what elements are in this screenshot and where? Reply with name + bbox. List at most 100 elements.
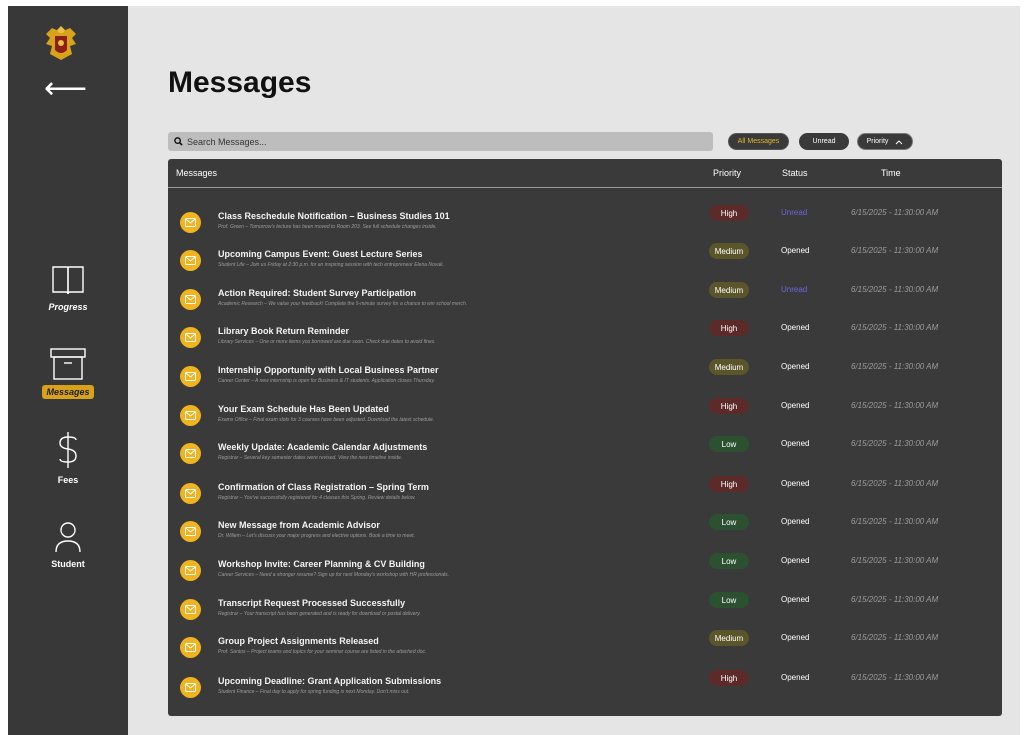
status-text: Unread <box>781 208 808 217</box>
filter-priority-dropdown[interactable]: Priority <box>857 133 913 150</box>
message-subject: Workshop Invite: Career Planning & CV Bu… <box>218 559 425 569</box>
table-row[interactable]: Weekly Update: Academic Calendar Adjustm… <box>168 436 1002 474</box>
priority-badge: Low <box>709 553 749 569</box>
status-text: Opened <box>781 517 810 526</box>
status-text: Opened <box>781 246 810 255</box>
table-header: Messages Priority Status Time <box>168 159 1002 188</box>
envelope-icon <box>185 683 196 692</box>
nav-item-messages[interactable]: Messages <box>8 347 128 400</box>
message-avatar <box>180 212 201 233</box>
message-preview: Dr. Willem – Let's discuss your major pr… <box>218 533 415 539</box>
priority-badge: Medium <box>709 282 749 298</box>
header-status: Status <box>782 168 808 178</box>
message-avatar <box>180 637 201 658</box>
message-preview: Academic Research – We value your feedba… <box>218 301 468 307</box>
message-subject: Group Project Assignments Released <box>218 636 379 646</box>
message-preview: Registrar – Several key semester dates w… <box>218 455 403 461</box>
messages-table: Messages Priority Status Time Class Resc… <box>168 159 1002 716</box>
message-subject: Upcoming Campus Event: Guest Lecture Ser… <box>218 249 423 259</box>
message-time: 6/15/2025 - 11:30:00 AM <box>851 362 939 371</box>
nav-item-progress[interactable]: Progress <box>8 264 128 315</box>
search-bar[interactable] <box>168 132 713 151</box>
message-time: 6/15/2025 - 11:30:00 AM <box>851 633 939 642</box>
message-time: 6/15/2025 - 11:30:00 AM <box>851 323 939 332</box>
message-subject: Library Book Return Reminder <box>218 326 350 336</box>
table-row[interactable]: New Message from Academic Advisor Dr. Wil… <box>168 514 1002 552</box>
status-text: Opened <box>781 673 810 682</box>
table-row[interactable]: Internship Opportunity with Local Busine… <box>168 359 1002 397</box>
message-subject: Transcript Request Processed Successfull… <box>218 598 406 608</box>
message-subject: Upcoming Deadline: Grant Application Sub… <box>218 676 442 686</box>
table-row[interactable]: Group Project Assignments Released Prof. … <box>168 630 1002 668</box>
table-row[interactable]: Upcoming Campus Event: Guest Lecture Ser… <box>168 243 1002 281</box>
table-row[interactable]: Your Exam Schedule Has Been Updated Exams… <box>168 398 1002 436</box>
message-avatar <box>180 366 201 387</box>
message-avatar <box>180 560 201 581</box>
page-title: Messages <box>168 66 312 99</box>
envelope-icon <box>185 643 196 652</box>
sidebar: ⟵ Progress Messages Fees Student <box>8 6 128 735</box>
table-row[interactable]: Workshop Invite: Career Planning & CV Bu… <box>168 553 1002 591</box>
table-row[interactable]: Transcript Request Processed Successfull… <box>168 592 1002 630</box>
chevron-up-icon <box>896 139 903 144</box>
table-row[interactable]: Upcoming Deadline: Grant Application Sub… <box>168 670 1002 708</box>
message-preview: Career Center – A new internship is open… <box>218 378 435 384</box>
priority-badge: High <box>709 670 749 686</box>
dollar-icon <box>59 432 77 468</box>
envelope-icon <box>185 333 196 342</box>
message-preview: Registrar – Your transcript has been gen… <box>218 611 421 617</box>
nav-item-student[interactable]: Student <box>8 521 128 572</box>
priority-badge: High <box>709 320 749 336</box>
message-avatar <box>180 405 201 426</box>
envelope-icon <box>185 605 196 614</box>
message-avatar <box>180 443 201 464</box>
envelope-icon <box>185 566 196 575</box>
nav-label-student: Student <box>51 559 85 569</box>
message-time: 6/15/2025 - 11:30:00 AM <box>851 439 939 448</box>
status-text: Opened <box>781 556 810 565</box>
back-arrow-icon[interactable]: ⟵ <box>44 74 87 104</box>
table-row[interactable]: Class Reschedule Notification – Business… <box>168 205 1002 243</box>
table-row[interactable]: Action Required: Student Survey Particip… <box>168 282 1002 320</box>
message-subject: Action Required: Student Survey Particip… <box>218 288 417 298</box>
filter-unread-button[interactable]: Unread <box>799 133 849 150</box>
message-subject: Confirmation of Class Registration – Spr… <box>218 482 429 492</box>
message-preview: Student Life – Join us Friday at 2:30 p.… <box>218 262 444 268</box>
envelope-icon <box>185 527 196 536</box>
envelope-icon <box>185 218 196 227</box>
message-time: 6/15/2025 - 11:30:00 AM <box>851 285 939 294</box>
message-avatar <box>180 250 201 271</box>
nav-label-fees: Fees <box>57 475 79 485</box>
filter-unread-label: Unread <box>812 138 836 145</box>
table-row[interactable]: Confirmation of Class Registration – Spr… <box>168 476 1002 514</box>
search-icon <box>174 137 183 146</box>
header-time: Time <box>881 168 901 178</box>
priority-badge: High <box>709 476 749 492</box>
header-priority: Priority <box>713 168 742 178</box>
nav-item-fees[interactable]: Fees <box>8 431 128 488</box>
message-preview: Prof. Green – Tomorrow's lecture has bee… <box>218 224 437 230</box>
message-preview: Registrar – You've successfully register… <box>218 495 416 501</box>
status-text: Opened <box>781 362 810 371</box>
message-time: 6/15/2025 - 11:30:00 AM <box>851 208 939 217</box>
message-subject: New Message from Academic Advisor <box>218 520 380 530</box>
status-text: Opened <box>781 479 810 488</box>
book-icon <box>52 266 84 295</box>
envelope-icon <box>185 411 196 420</box>
priority-badge: High <box>709 205 749 221</box>
status-text: Unread <box>781 285 808 294</box>
search-input[interactable] <box>183 136 687 147</box>
status-text: Opened <box>781 595 810 604</box>
message-time: 6/15/2025 - 11:30:00 AM <box>851 595 939 604</box>
priority-badge: Low <box>709 592 749 608</box>
table-row[interactable]: Library Book Return Reminder Library Serv… <box>168 320 1002 358</box>
message-preview: Exams Office – Final exam slots for 3 co… <box>218 417 435 423</box>
envelope-icon <box>185 449 196 458</box>
header-messages: Messages <box>176 168 218 178</box>
message-subject: Weekly Update: Academic Calendar Adjustm… <box>218 442 428 452</box>
filter-all-messages-button[interactable]: All Messages <box>728 133 789 150</box>
message-preview: Prof. Santos – Project teams and topics … <box>218 649 427 655</box>
priority-badge: Medium <box>709 243 749 259</box>
message-avatar <box>180 327 201 348</box>
envelope-icon <box>185 489 196 498</box>
